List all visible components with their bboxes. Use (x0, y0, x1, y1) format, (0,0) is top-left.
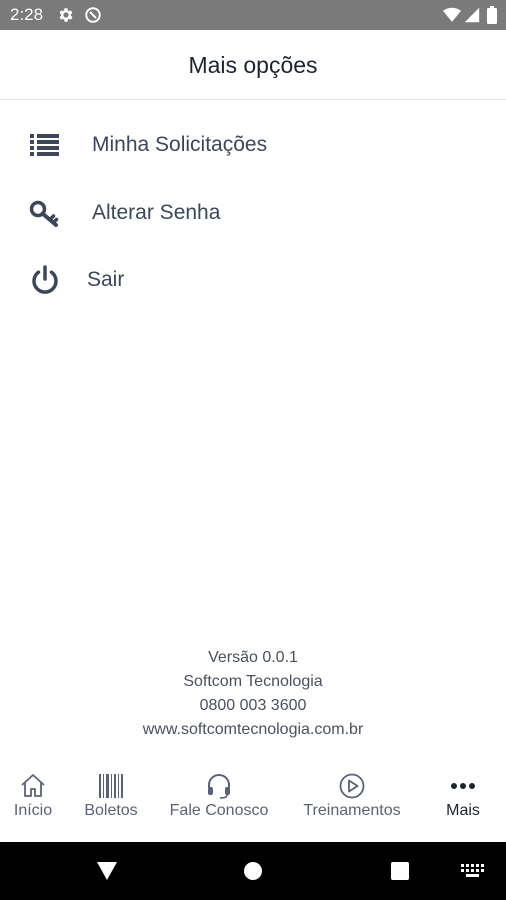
bottom-nav: Início Boletos Fale Conosco Treinamentos… (0, 764, 506, 842)
play-circle-icon (338, 772, 366, 800)
menu-item-label: Minha Solicitações (92, 133, 268, 156)
home-circle-icon[interactable] (243, 861, 263, 886)
signal-icon (464, 7, 480, 28)
company-name: Softcom Tecnologia (183, 673, 323, 690)
menu-item-alterar-senha[interactable]: Alterar Senha (0, 181, 506, 245)
app-info: Versão 0.0.1 Softcom Tecnologia 0800 003… (0, 646, 506, 742)
list-icon (28, 129, 62, 161)
nav-item-treinamentos[interactable]: Treinamentos (294, 764, 410, 842)
system-nav-bar (0, 842, 506, 900)
wifi-icon (443, 7, 461, 28)
power-icon (28, 264, 62, 296)
back-icon[interactable] (96, 860, 118, 887)
nav-label: Fale Conosco (169, 802, 269, 819)
status-bar: 2:28 (0, 0, 506, 30)
dnd-icon (84, 6, 102, 29)
recents-icon[interactable] (390, 861, 410, 886)
gear-icon (57, 6, 75, 29)
menu-item-sair[interactable]: Sair (0, 248, 506, 312)
nav-item-inicio[interactable]: Início (4, 764, 62, 842)
nav-item-boletos[interactable]: Boletos (76, 764, 146, 842)
battery-icon (487, 6, 497, 29)
menu-item-minha-solicitacoes[interactable]: Minha Solicitações (0, 113, 506, 177)
more-icon (449, 772, 477, 800)
nav-item-fale-conosco[interactable]: Fale Conosco (162, 764, 276, 842)
nav-item-mais[interactable]: Mais (434, 764, 492, 842)
barcode-icon (97, 772, 125, 800)
app-header: Mais opções (0, 30, 506, 100)
headset-icon (205, 772, 233, 800)
nav-label: Início (13, 802, 53, 819)
status-time: 2:28 (10, 5, 44, 24)
home-icon (19, 772, 47, 800)
nav-label: Treinamentos (303, 802, 401, 819)
page-title: Mais opções (188, 52, 318, 78)
phone-number: 0800 003 3600 (199, 697, 307, 714)
menu-item-label: Sair (87, 268, 125, 291)
keyboard-icon[interactable] (461, 864, 485, 883)
nav-label: Boletos (84, 802, 138, 819)
website-url: www.softcomtecnologia.com.br (142, 721, 364, 738)
nav-label: Mais (446, 802, 480, 819)
version-text: Versão 0.0.1 (208, 649, 298, 666)
menu-item-label: Alterar Senha (92, 201, 221, 224)
key-icon (28, 197, 62, 229)
